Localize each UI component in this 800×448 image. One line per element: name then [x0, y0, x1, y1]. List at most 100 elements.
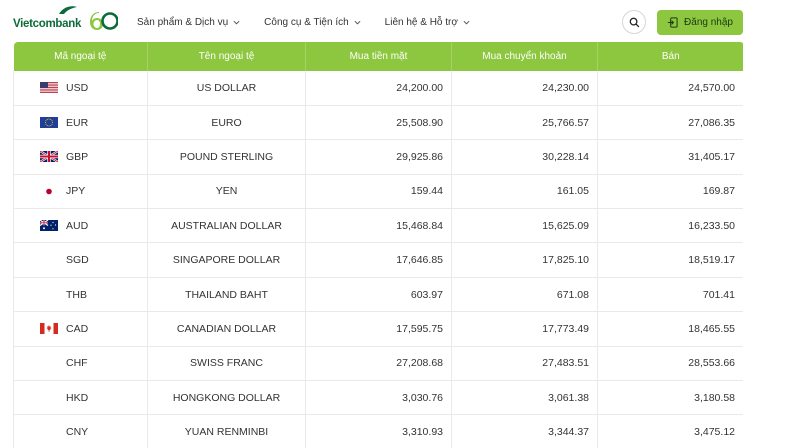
currency-code-cell: CHF — [13, 346, 148, 382]
col-cash-buy: Mua tiền mặt — [305, 42, 452, 71]
table-row: AUD AUSTRALIAN DOLLAR 15,468.84 15,625.09 16… — [13, 208, 743, 244]
currency-name: POUND STERLING — [147, 139, 306, 175]
sell-rate: 3,475.12 — [597, 414, 743, 448]
currency-code: EUR — [66, 116, 89, 129]
cash-buy-rate: 17,646.85 — [305, 242, 452, 278]
currency-code-cell: SGD — [13, 242, 148, 278]
currency-code-cell: AUD — [13, 208, 148, 244]
transfer-buy-rate: 15,625.09 — [451, 208, 598, 244]
search-button[interactable] — [622, 10, 646, 34]
currency-code: CHF — [66, 357, 88, 370]
col-sell: Bán — [597, 42, 743, 71]
chevron-down-icon — [354, 20, 361, 25]
currency-code-cell: USD — [13, 71, 148, 106]
table-row: CHF SWISS FRANC 27,208.68 27,483.51 28,553.6… — [13, 346, 743, 382]
sell-rate: 31,405.17 — [597, 139, 743, 175]
login-icon — [667, 17, 678, 28]
currency-code: CAD — [66, 322, 89, 335]
cash-buy-rate: 3,030.76 — [305, 380, 452, 416]
currency-code-cell: GBP — [13, 139, 148, 175]
currency-name: EURO — [147, 105, 306, 141]
cash-buy-rate: 159.44 — [305, 174, 452, 210]
flag-placeholder — [40, 255, 58, 266]
col-transfer-buy: Mua chuyển khoản — [451, 42, 598, 71]
cash-buy-rate: 29,925.86 — [305, 139, 452, 175]
cash-buy-rate: 3,310.93 — [305, 414, 452, 448]
login-label: Đăng nhập — [684, 17, 733, 28]
flag-placeholder — [40, 392, 58, 403]
flag-placeholder — [40, 289, 58, 300]
transfer-buy-rate: 161.05 — [451, 174, 598, 210]
transfer-buy-rate: 3,061.38 — [451, 380, 598, 416]
currency-code-cell: EUR — [13, 105, 148, 141]
transfer-buy-rate: 25,766.57 — [451, 105, 598, 141]
table-row: EUR EURO 25,508.90 25,766.57 27,086.35 — [13, 105, 743, 141]
search-icon — [629, 17, 639, 27]
currency-code: THB — [66, 288, 87, 301]
transfer-buy-rate: 17,773.49 — [451, 311, 598, 347]
currency-code: AUD — [66, 219, 89, 232]
currency-name: THAILAND BAHT — [147, 277, 306, 313]
top-header: Vietcombank Sản phẩm & Dịch vụ Công cụ &… — [0, 0, 800, 44]
nav-label: Công cụ & Tiện ích — [264, 17, 349, 28]
transfer-buy-rate: 30,228.14 — [451, 139, 598, 175]
sell-rate: 3,180.58 — [597, 380, 743, 416]
ca-flag-icon — [40, 323, 58, 335]
cash-buy-rate: 27,208.68 — [305, 346, 452, 382]
vietcombank-logo[interactable]: Vietcombank — [13, 6, 82, 30]
cash-buy-rate: 603.97 — [305, 277, 452, 313]
table-row: JPY YEN 159.44 161.05 169.87 — [13, 174, 743, 210]
col-currency-code: Mã ngoại tệ — [13, 42, 148, 71]
cash-buy-rate: 25,508.90 — [305, 105, 452, 141]
cash-buy-rate: 17,595.75 — [305, 311, 452, 347]
currency-name: SWISS FRANC — [147, 346, 306, 382]
table-row: GBP POUND STERLING 29,925.86 30,228.14 31,40… — [13, 139, 743, 175]
currency-code: GBP — [66, 150, 89, 163]
table-row: HKD HONGKONG DOLLAR 3,030.76 3,061.38 3,180.… — [13, 380, 743, 416]
sell-rate: 18,519.17 — [597, 242, 743, 278]
nav-tools-utilities[interactable]: Công cụ & Tiện ích — [264, 17, 361, 28]
currency-name: SINGAPORE DOLLAR — [147, 242, 306, 278]
currency-code: JPY — [66, 185, 86, 198]
cash-buy-rate: 24,200.00 — [305, 71, 452, 106]
currency-code-cell: HKD — [13, 380, 148, 416]
transfer-buy-rate: 17,825.10 — [451, 242, 598, 278]
sell-rate: 701.41 — [597, 277, 743, 313]
nav-label: Liên hệ & Hỗ trợ — [384, 17, 458, 28]
sell-rate: 27,086.35 — [597, 105, 743, 141]
currency-name: US DOLLAR — [147, 71, 306, 106]
nav-label: Sản phẩm & Dịch vụ — [137, 17, 229, 28]
au-flag-icon — [40, 220, 58, 232]
currency-code-cell: JPY — [13, 174, 148, 210]
exchange-rate-table: Mã ngoại tệ Tên ngoại tệ Mua tiền mặt Mu… — [13, 42, 743, 448]
flag-placeholder — [40, 427, 58, 438]
nav-contact-support[interactable]: Liên hệ & Hỗ trợ — [385, 17, 470, 28]
login-button[interactable]: Đăng nhập — [657, 10, 743, 35]
currency-code: CNY — [66, 426, 89, 439]
jp-flag-icon — [40, 185, 58, 197]
currency-code-cell: CNY — [13, 414, 148, 448]
anniversary-60-logo — [90, 12, 118, 30]
currency-code-cell: CAD — [13, 311, 148, 347]
currency-code: SGD — [66, 254, 89, 267]
currency-name: HONGKONG DOLLAR — [147, 380, 306, 416]
transfer-buy-rate: 24,230.00 — [451, 71, 598, 106]
currency-code-cell: THB — [13, 277, 148, 313]
currency-name: YEN — [147, 174, 306, 210]
currency-name: YUAN RENMINBI — [147, 414, 306, 448]
table-row: THB THAILAND BAHT 603.97 671.08 701.41 — [13, 277, 743, 313]
currency-code: HKD — [66, 391, 89, 404]
sell-rate: 18,465.55 — [597, 311, 743, 347]
logo-text: Vietcombank — [13, 17, 82, 30]
transfer-buy-rate: 27,483.51 — [451, 346, 598, 382]
sell-rate: 169.87 — [597, 174, 743, 210]
col-currency-name: Tên ngoại tệ — [147, 42, 306, 71]
us-flag-icon — [40, 82, 58, 94]
cash-buy-rate: 15,468.84 — [305, 208, 452, 244]
flag-placeholder — [40, 358, 58, 369]
table-row: SGD SINGAPORE DOLLAR 17,646.85 17,825.10 18,… — [13, 242, 743, 278]
gb-flag-icon — [40, 151, 58, 163]
main-nav: Sản phẩm & Dịch vụ Công cụ & Tiện ích Li… — [137, 17, 494, 28]
nav-products-services[interactable]: Sản phẩm & Dịch vụ — [137, 17, 240, 28]
eu-flag-icon — [40, 117, 58, 129]
